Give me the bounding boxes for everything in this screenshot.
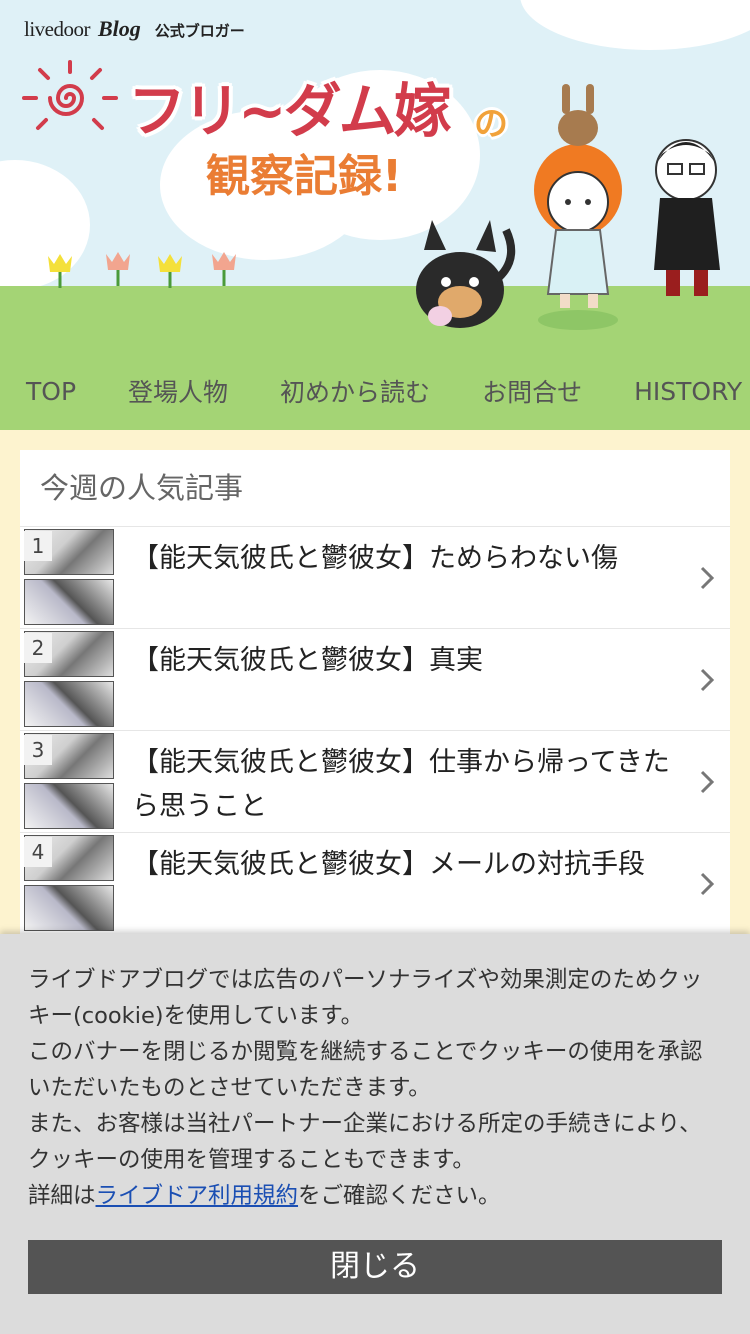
nav-item-characters[interactable]: 登場人物 (102, 373, 254, 409)
article-thumbnail: 3 (24, 731, 114, 832)
close-button[interactable]: 閉じる (28, 1240, 722, 1294)
man-character (654, 139, 720, 296)
nav-item-history[interactable]: HISTORY (608, 377, 750, 406)
ranking-item[interactable]: 4 【能天気彼氏と鬱彼女】メールの対抗手段 (20, 833, 730, 935)
article-title: 【能天気彼氏と鬱彼女】ためらわない傷 (132, 543, 618, 574)
article-thumbnail: 4 (24, 833, 114, 934)
flower-icon (48, 254, 72, 288)
characters-illustration (416, 84, 720, 330)
rank-number: 4 (24, 837, 52, 867)
blog-title-main: フリ~ダム嫁 (128, 77, 452, 145)
terms-of-use-link[interactable]: ライブドア利用規約 (96, 1183, 299, 1209)
sun-icon (22, 60, 118, 130)
cookie-notice-details: 詳細はライブドア利用規約をご確認ください。 (28, 1178, 718, 1214)
logo-livedoor-text: livedoor (24, 17, 90, 41)
ranking-item[interactable]: 1 【能天気彼氏と鬱彼女】ためらわない傷 (20, 527, 730, 629)
livedoor-blog-logo[interactable]: livedoor Blog 公式ブロガー (24, 16, 245, 42)
nav-item-top[interactable]: TOP (0, 377, 102, 406)
nav-item-contact[interactable]: お問合せ (456, 373, 608, 409)
article-thumbnail: 2 (24, 629, 114, 730)
popular-articles-panel: 今週の人気記事 1 【能天気彼氏と鬱彼女】ためらわない傷 2 【能天気彼氏と鬱彼… (20, 450, 730, 935)
girl-character (534, 84, 622, 330)
rank-number: 1 (24, 531, 52, 561)
nav-item-read-from-start[interactable]: 初めから読む (254, 373, 456, 409)
logo-official-text: 公式ブロガー (154, 22, 245, 40)
cookie-notice-line: また、お客様は当社パートナー企業における所定の手続きにより、クッキーの使用を管理… (28, 1111, 702, 1173)
dog-character (416, 220, 516, 328)
flower-icon (106, 252, 130, 286)
chevron-right-icon (700, 566, 715, 590)
popular-articles-heading: 今週の人気記事 (20, 450, 730, 527)
article-title: 【能天気彼氏と鬱彼女】メールの対抗手段 (132, 849, 645, 880)
ranking-item[interactable]: 2 【能天気彼氏と鬱彼女】真実 (20, 629, 730, 731)
cookie-consent-banner: ライブドアブログでは広告のパーソナライズや効果測定のためクッキー(cookie)… (0, 934, 750, 1334)
ranking-item[interactable]: 3 【能天気彼氏と鬱彼女】仕事から帰ってきたら思うこと (20, 731, 730, 833)
blog-title-sub: 観察記録! (206, 151, 403, 202)
cookie-notice-line: このバナーを閉じるか閲覧を継続することでクッキーの使用を承認いただいたものとさせ… (28, 1039, 703, 1101)
header-banner[interactable]: livedoor Blog 公式ブロガー フリ~ダム嫁 の 観察記録! (0, 0, 750, 352)
article-title: 【能天気彼氏と鬱彼女】仕事から帰ってきたら思うこと (132, 747, 670, 822)
chevron-right-icon (700, 668, 715, 692)
flower-icon (158, 254, 182, 288)
chevron-right-icon (700, 770, 715, 794)
article-title: 【能天気彼氏と鬱彼女】真実 (132, 645, 483, 676)
logo-blog-text: Blog (97, 16, 141, 41)
cookie-notice-text: ライブドアブログでは広告のパーソナライズや効果測定のためクッキー(cookie)… (28, 962, 718, 1214)
cookie-details-suffix: をご確認ください。 (298, 1183, 501, 1209)
cookie-details-prefix: 詳細は (28, 1183, 96, 1209)
cookie-notice-line: ライブドアブログでは広告のパーソナライズや効果測定のためクッキー(cookie)… (28, 967, 703, 1029)
flower-icon (212, 252, 236, 286)
rank-number: 2 (24, 633, 52, 663)
chevron-right-icon (700, 872, 715, 896)
cloud-decoration (520, 0, 750, 50)
article-thumbnail: 1 (24, 527, 114, 628)
rank-number: 3 (24, 735, 52, 765)
main-nav: TOP 登場人物 初めから読む お問合せ HISTORY (0, 352, 750, 430)
